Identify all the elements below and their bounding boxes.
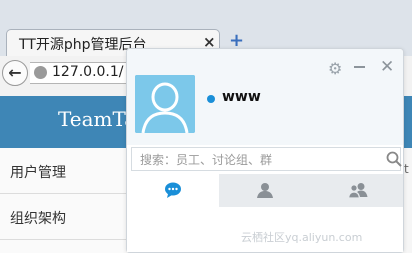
username: www xyxy=(222,89,261,105)
sidebar-item-org-structure[interactable]: 组织架构 xyxy=(0,194,130,240)
sidebar-item-label: 组织架构 xyxy=(10,211,66,227)
url-text: 127.0.0.1/ xyxy=(52,64,124,80)
group-icon xyxy=(348,183,368,198)
contact-icon xyxy=(257,183,273,198)
tab-contacts[interactable] xyxy=(219,174,311,207)
tab-groups[interactable] xyxy=(311,174,403,207)
minimize-icon[interactable] xyxy=(352,60,366,74)
sidebar-item-user-management[interactable]: 用户管理 xyxy=(0,148,130,194)
chat-bubble-icon xyxy=(165,182,181,198)
globe-icon xyxy=(34,66,47,79)
search-placeholder: 搜索：员工、讨论组、群 xyxy=(140,153,273,167)
chat-panel: ⚙ ✕ www 搜索：员工、讨论组、群 xyxy=(126,48,404,253)
back-arrow-icon[interactable]: ← xyxy=(2,60,28,86)
sidebar: 用户管理 组织架构 xyxy=(0,148,131,253)
tab-recent-chats[interactable] xyxy=(127,174,219,207)
watermark: 云栖社区yq.aliyun.com xyxy=(241,231,363,244)
search-icon[interactable] xyxy=(386,151,402,167)
contact-search-input[interactable]: 搜索：员工、讨论组、群 xyxy=(131,147,402,171)
avatar[interactable] xyxy=(135,75,195,133)
chat-panel-header: ⚙ ✕ www xyxy=(127,49,403,145)
close-icon[interactable]: ✕ xyxy=(380,57,394,77)
default-avatar-icon xyxy=(135,75,195,133)
chat-tabs xyxy=(127,174,403,207)
sidebar-item-label: 用户管理 xyxy=(10,165,66,181)
online-status-dot xyxy=(207,95,215,103)
gear-icon[interactable]: ⚙ xyxy=(328,59,342,78)
content-fragment: t xyxy=(404,162,409,176)
site-brand: TeamTa xyxy=(58,107,137,131)
